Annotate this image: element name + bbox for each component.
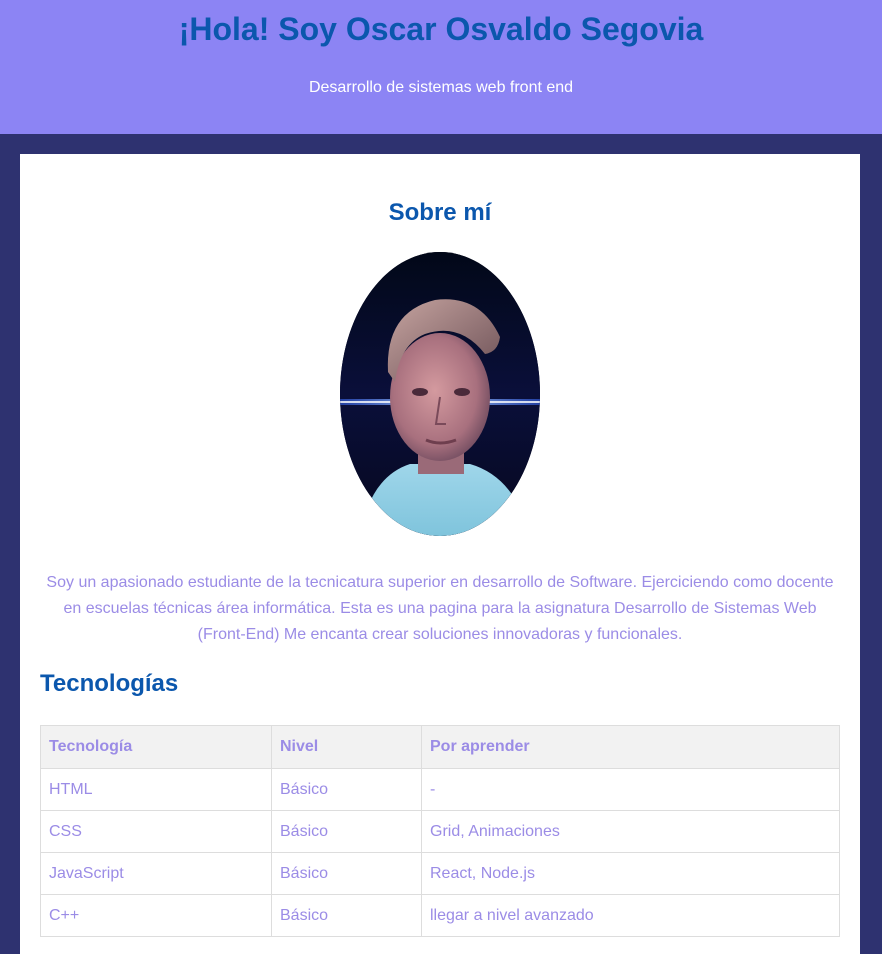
cell-level: Básico	[271, 810, 422, 853]
page-title: ¡Hola! Soy Oscar Osvaldo Segovia	[178, 11, 704, 47]
cell-to-learn: llegar a nivel avanzado	[421, 894, 840, 937]
technologies-heading: Tecnologías	[40, 670, 179, 697]
column-header-to-learn: Por aprender	[421, 725, 840, 769]
cell-technology: CSS	[40, 810, 272, 853]
cell-level: Básico	[271, 768, 422, 811]
table-row: JavaScript Básico React, Node.js	[40, 852, 840, 895]
cell-to-learn: React, Node.js	[421, 852, 840, 895]
about-description: Soy un apasionado estudiante de la tecni…	[46, 574, 834, 643]
cell-to-learn: -	[421, 768, 840, 811]
technologies-table: Tecnología Nivel Por aprender HTML Básic…	[40, 725, 840, 937]
column-header-level: Nivel	[271, 725, 422, 769]
cell-technology: C++	[40, 894, 272, 937]
table-row: HTML Básico -	[40, 768, 840, 811]
profile-photo	[340, 252, 540, 536]
column-header-technology: Tecnología	[40, 725, 272, 769]
main-content: Sobre mí Soy un apasionado estudiante de…	[20, 154, 860, 954]
table-row: CSS Básico Grid, Animaciones	[40, 810, 840, 853]
table-header-row: Tecnología Nivel Por aprender	[40, 725, 840, 769]
about-heading: Sobre mí	[388, 199, 492, 226]
page-subtitle: Desarrollo de sistemas web front end	[308, 79, 574, 96]
cell-to-learn: Grid, Animaciones	[421, 810, 840, 853]
cell-technology: JavaScript	[40, 852, 272, 895]
cell-level: Básico	[271, 894, 422, 937]
table-row: C++ Básico llegar a nivel avanzado	[40, 894, 840, 937]
page-header: ¡Hola! Soy Oscar Osvaldo Segovia Desarro…	[0, 0, 882, 134]
cell-level: Básico	[271, 852, 422, 895]
cell-technology: HTML	[40, 768, 272, 811]
